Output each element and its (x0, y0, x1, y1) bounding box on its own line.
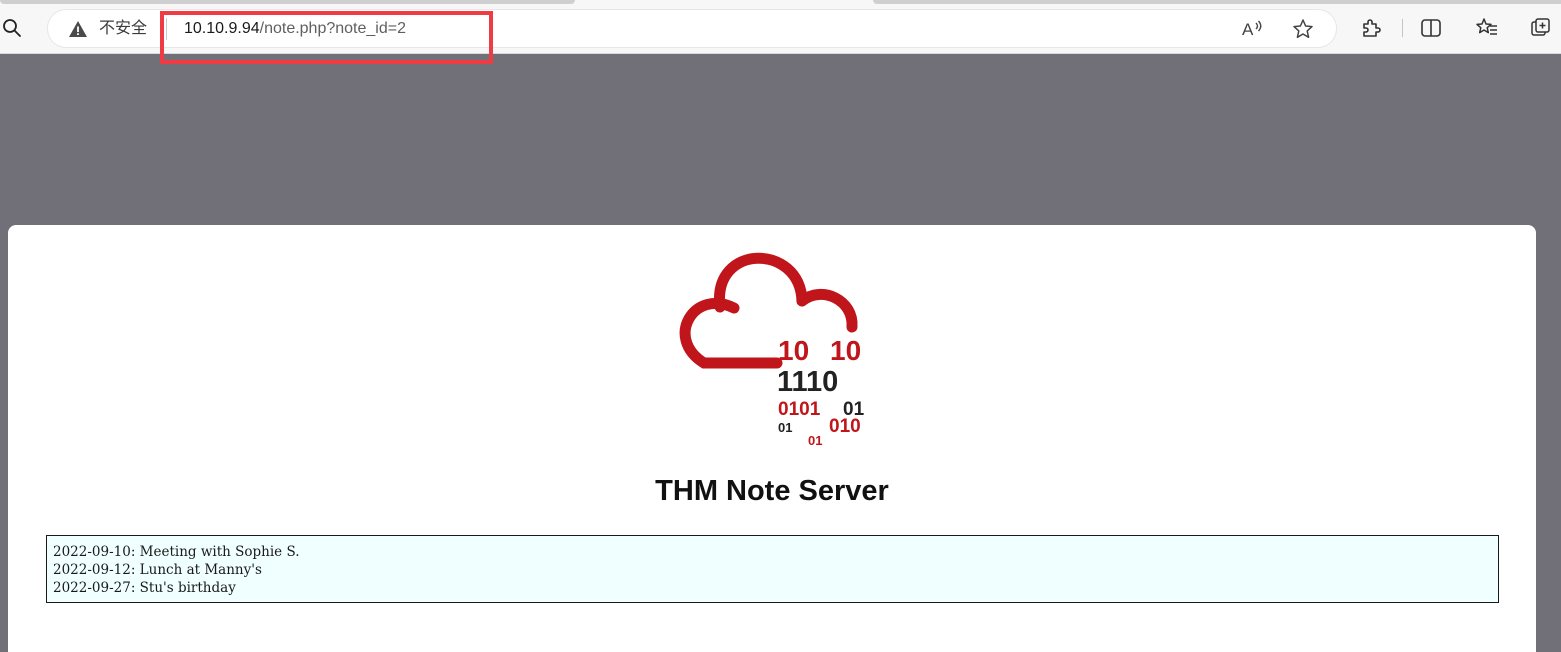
browser-tab[interactable] (873, 0, 1561, 4)
page-title: THM Note Server (655, 475, 889, 507)
favorites-list-icon[interactable] (1475, 16, 1499, 40)
warning-icon[interactable] (68, 19, 88, 39)
logo-digit: 10 (778, 335, 809, 366)
notes-box: 2022-09-10: Meeting with Sophie S. 2022-… (46, 535, 1499, 603)
star-icon[interactable] (1291, 17, 1315, 41)
logo-digit: 010 (829, 416, 861, 437)
note-line: 2022-09-10: Meeting with Sophie S. (53, 544, 300, 560)
logo-digit: 1110 (777, 366, 838, 398)
logo-digit: 01 (778, 420, 792, 435)
logo-digit: 01 (808, 433, 822, 448)
logo-digit: 0101 (778, 399, 821, 420)
security-status-label[interactable]: 不安全 (99, 19, 147, 39)
logo-digit: 10 (830, 335, 861, 366)
svg-text:A: A (1242, 20, 1254, 39)
puzzle-icon[interactable] (1359, 16, 1383, 40)
collections-icon[interactable] (1530, 16, 1554, 40)
url-highlight-annotation (160, 11, 493, 64)
toolbar-divider (1402, 19, 1403, 37)
split-screen-icon[interactable] (1419, 16, 1443, 40)
read-aloud-icon[interactable]: A (1241, 17, 1265, 41)
browser-tab[interactable] (0, 0, 575, 4)
cloud-logo-icon: 10 10 1110 0101 01 01 010 01 (679, 252, 865, 448)
note-line: 2022-09-27: Stu's birthday (53, 580, 236, 596)
note-line: 2022-09-12: Lunch at Manny's (53, 562, 262, 578)
search-icon[interactable] (0, 16, 24, 40)
